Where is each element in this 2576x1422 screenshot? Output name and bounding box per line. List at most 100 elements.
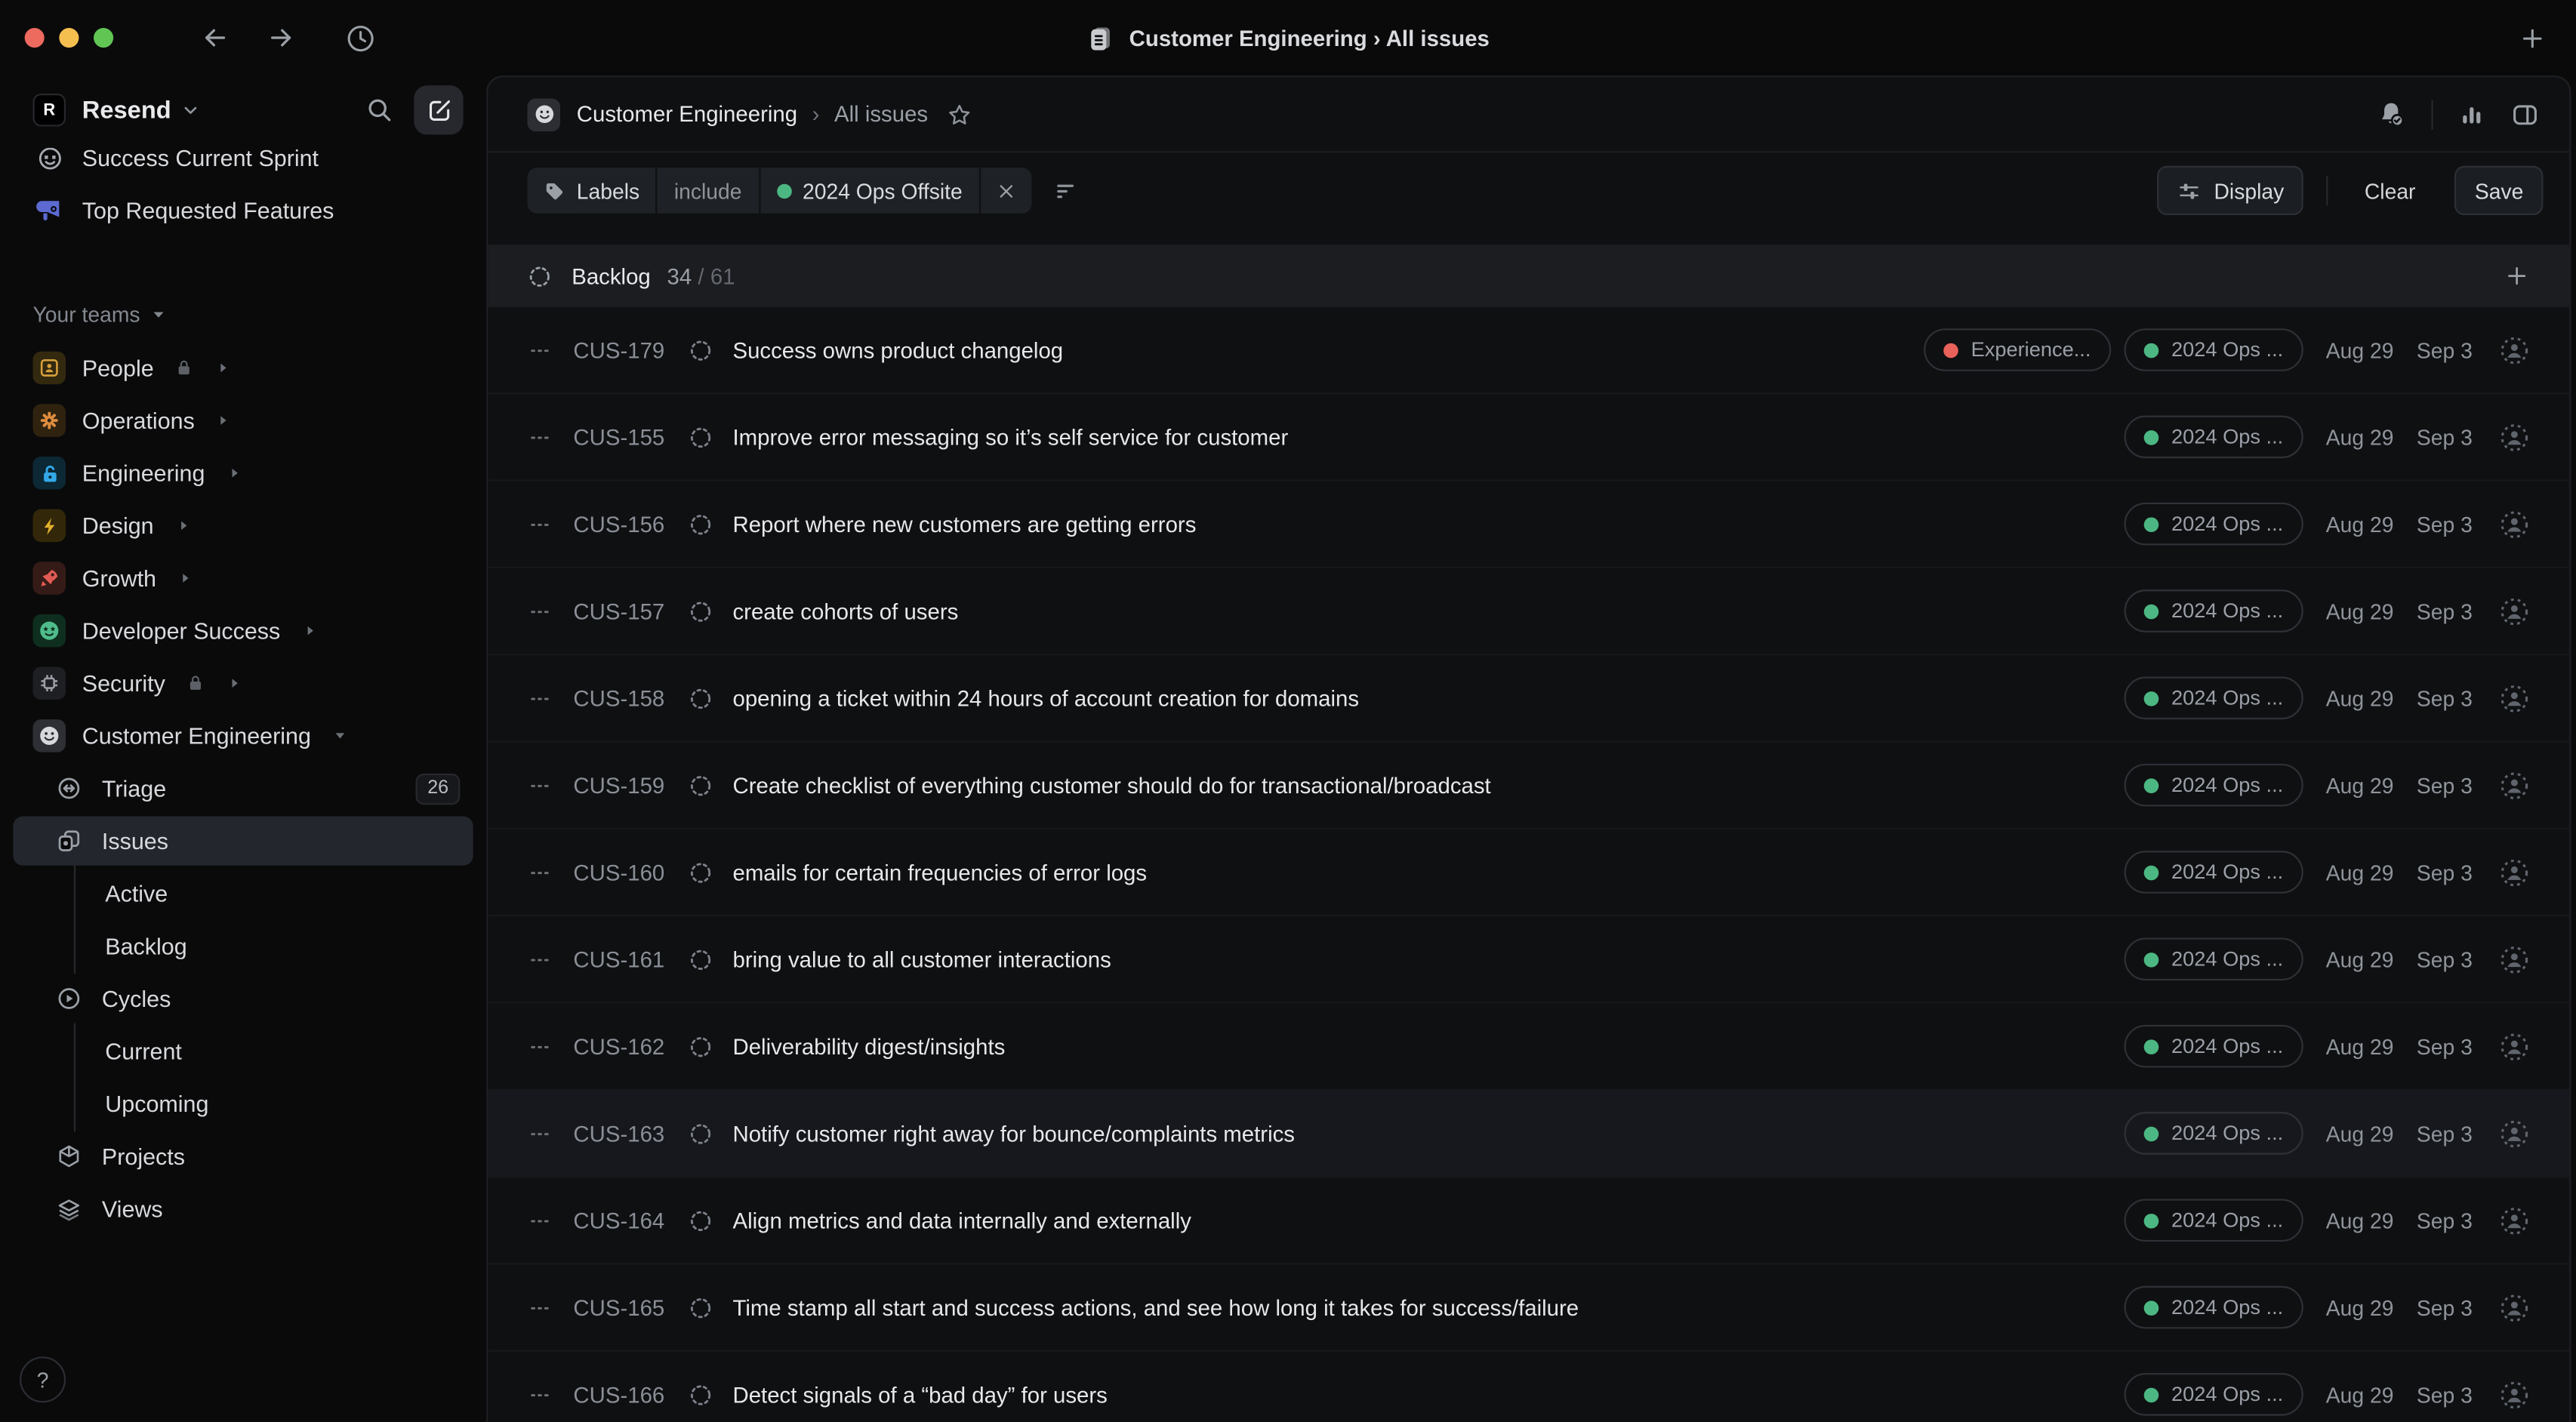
backlog-status-icon[interactable] [689,1382,713,1407]
close-window-button[interactable] [25,28,45,48]
chevron-right-icon[interactable] [179,571,192,584]
no-priority-icon[interactable] [527,1034,552,1059]
sidebar-item-upcoming[interactable]: Upcoming [13,1079,473,1128]
no-priority-icon[interactable] [527,424,552,449]
issue-row-cus-156[interactable]: CUS-156 Report where new customers are g… [488,482,2569,568]
backlog-status-icon[interactable] [689,512,713,537]
add-issue-plus-icon[interactable] [2504,263,2530,289]
sidebar-team-developer-success[interactable]: Developer Success [13,606,473,655]
chevron-right-icon[interactable] [217,414,230,426]
label-chip-2024-ops[interactable]: 2024 Ops ... [2124,1112,2303,1155]
no-priority-icon[interactable] [527,1121,552,1146]
right-panel-toggle-icon[interactable] [2510,100,2540,129]
label-chip-2024-ops[interactable]: 2024 Ops ... [2124,677,2303,720]
assignee-avatar-unassigned[interactable] [2499,421,2530,452]
backlog-status-icon[interactable] [689,337,713,362]
no-priority-icon[interactable] [527,599,552,623]
sidebar-item-top-requested-features[interactable]: Top Requested Features [13,186,473,235]
sidebar-item-projects[interactable]: Projects [13,1131,473,1180]
chevron-down-icon[interactable] [334,729,347,742]
help-button[interactable]: ? [20,1356,66,1402]
assignee-avatar-unassigned[interactable] [2499,1205,2530,1236]
your-teams-header[interactable]: Your teams [0,302,486,327]
search-icon[interactable] [365,95,394,125]
sidebar-item-current[interactable]: Current [13,1026,473,1076]
favorite-star-icon[interactable] [946,101,972,128]
issue-row-cus-163[interactable]: CUS-163 Notify customer right away for b… [488,1091,2569,1177]
backlog-status-icon[interactable] [689,685,713,710]
chevron-right-icon[interactable] [177,519,190,532]
assignee-avatar-unassigned[interactable] [2499,1379,2530,1410]
issue-row-cus-160[interactable]: CUS-160 emails for certain frequencies o… [488,830,2569,916]
backlog-status-icon[interactable] [689,1295,713,1320]
issue-row-cus-164[interactable]: CUS-164 Align metrics and data internall… [488,1177,2569,1264]
assignee-avatar-unassigned[interactable] [2499,1291,2530,1322]
minimize-window-button[interactable] [59,28,79,48]
backlog-status-icon[interactable] [689,860,713,885]
label-chip-2024-ops[interactable]: 2024 Ops ... [2124,1373,2303,1416]
assignee-avatar-unassigned[interactable] [2499,508,2530,539]
assignee-avatar-unassigned[interactable] [2499,769,2530,800]
clear-filters-button[interactable]: Clear [2351,178,2428,203]
issue-row-cus-155[interactable]: CUS-155 Improve error messaging so it’s … [488,394,2569,481]
chevron-right-icon[interactable] [216,362,229,374]
sidebar-item-triage[interactable]: Triage 26 [13,764,473,813]
issue-row-cus-161[interactable]: CUS-161 bring value to all customer inte… [488,916,2569,1003]
issue-row-cus-179[interactable]: CUS-179 Success owns product changelog E… [488,307,2569,394]
assignee-avatar-unassigned[interactable] [2499,857,2530,888]
label-chip-2024-ops[interactable]: 2024 Ops ... [2124,851,2303,894]
label-chip-2024-ops[interactable]: 2024 Ops ... [2124,1286,2303,1329]
filter-field-segment[interactable]: Labels [527,168,655,214]
backlog-status-icon[interactable] [689,773,713,798]
assignee-avatar-unassigned[interactable] [2499,596,2530,626]
sidebar-item-success-current-sprint[interactable]: Success Current Sprint [13,148,473,183]
label-chip-2024-ops[interactable]: 2024 Ops ... [2124,328,2303,371]
sidebar-item-issues[interactable]: Issues [13,816,473,865]
backlog-status-icon[interactable] [689,599,713,623]
backlog-status-icon[interactable] [689,1034,713,1059]
back-button[interactable] [200,23,230,52]
no-priority-icon[interactable] [527,337,552,362]
assignee-avatar-unassigned[interactable] [2499,334,2530,365]
no-priority-icon[interactable] [527,946,552,971]
chevron-right-icon[interactable] [304,624,316,637]
filter-operator-segment[interactable]: include [658,168,758,214]
no-priority-icon[interactable] [527,860,552,885]
label-chip-2024-ops[interactable]: 2024 Ops ... [2124,503,2303,546]
issue-row-cus-166[interactable]: CUS-166 Detect signals of a “bad day” fo… [488,1352,2569,1422]
sidebar-team-design[interactable]: Design [13,501,473,550]
sidebar-team-growth[interactable]: Growth [13,553,473,602]
filter-remove-button[interactable] [981,168,1031,214]
sidebar-team-customer-engineering[interactable]: Customer Engineering [13,711,473,760]
no-priority-icon[interactable] [527,512,552,537]
sidebar-team-security[interactable]: Security [13,659,473,708]
save-view-button[interactable]: Save [2455,166,2544,215]
breadcrumb-team[interactable]: Customer Engineering [577,102,797,127]
label-chip-2024-ops[interactable]: 2024 Ops ... [2124,937,2303,980]
notification-subscribed-bell-icon[interactable] [2375,99,2406,130]
backlog-status-icon[interactable] [689,1208,713,1233]
sidebar-team-engineering[interactable]: Engineering [13,448,473,497]
issue-row-cus-162[interactable]: CUS-162 Deliverability digest/insights 2… [488,1004,2569,1091]
no-priority-icon[interactable] [527,685,552,710]
assignee-avatar-unassigned[interactable] [2499,943,2530,974]
assignee-avatar-unassigned[interactable] [2499,682,2530,713]
new-tab-plus-icon[interactable] [2519,24,2547,52]
forward-button[interactable] [267,23,296,52]
label-chip-2024-ops[interactable]: 2024 Ops ... [2124,1025,2303,1068]
issue-row-cus-165[interactable]: CUS-165 Time stamp all start and success… [488,1265,2569,1352]
history-icon[interactable] [345,22,376,53]
sidebar-item-active[interactable]: Active [13,869,473,918]
issue-row-cus-157[interactable]: CUS-157 create cohorts of users 2024 Ops… [488,568,2569,655]
label-chip-2024-ops[interactable]: 2024 Ops ... [2124,764,2303,807]
label-chip-2024-ops[interactable]: 2024 Ops ... [2124,1199,2303,1242]
no-priority-icon[interactable] [527,773,552,798]
label-chip-experience[interactable]: Experience... [1924,328,2111,371]
sidebar-item-backlog[interactable]: Backlog [13,922,473,971]
label-chip-2024-ops[interactable]: 2024 Ops ... [2124,416,2303,459]
chevron-right-icon[interactable] [228,677,241,690]
issue-row-cus-158[interactable]: CUS-158 opening a ticket within 24 hours… [488,655,2569,742]
label-chip-2024-ops[interactable]: 2024 Ops ... [2124,589,2303,633]
display-options-button[interactable]: Display [2156,166,2303,215]
sidebar-item-views[interactable]: Views [13,1184,473,1233]
